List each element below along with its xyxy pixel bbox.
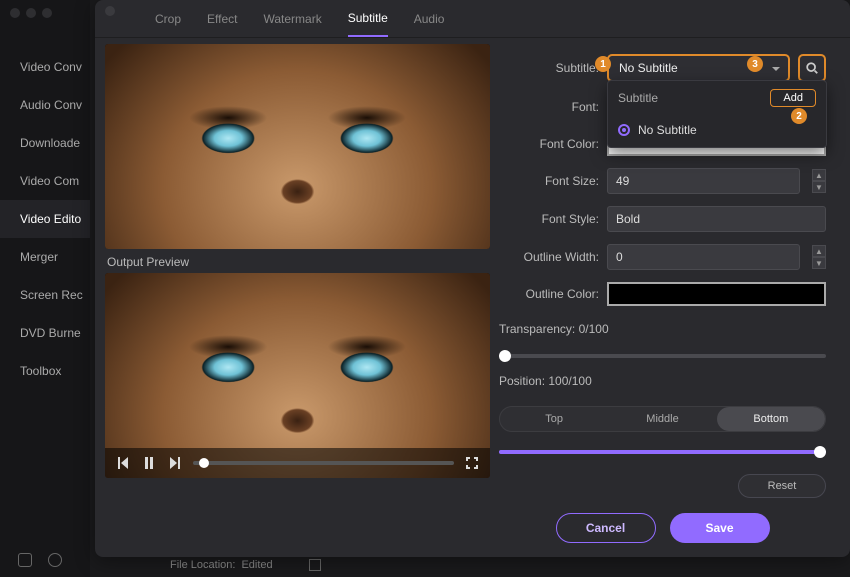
- chevron-up-icon[interactable]: ▲: [812, 245, 826, 257]
- add-subtitle-button[interactable]: Add: [770, 89, 816, 107]
- font-size-stepper[interactable]: ▲▼: [812, 169, 826, 193]
- font-color-label: Font Color:: [499, 137, 599, 151]
- annotation-badge-1: 1: [595, 56, 611, 72]
- subtitle-search-button[interactable]: [798, 54, 826, 82]
- scrub-thumb[interactable]: [199, 458, 209, 468]
- radio-icon: [618, 124, 630, 136]
- window-max-dot[interactable]: [42, 8, 52, 18]
- window-close-dot[interactable]: [10, 8, 20, 18]
- file-location-value: Edited: [241, 559, 272, 571]
- sidebar-item-downloader[interactable]: Downloade: [0, 124, 90, 162]
- position-segments[interactable]: Top Middle Bottom: [499, 406, 826, 432]
- subtitle-select[interactable]: No Subtitle: [607, 54, 790, 82]
- prev-frame-icon[interactable]: [115, 455, 131, 471]
- chevron-down-icon[interactable]: ▼: [812, 181, 826, 193]
- slider-thumb[interactable]: [499, 350, 511, 362]
- output-preview: [105, 273, 490, 478]
- tab-crop[interactable]: Crop: [155, 12, 181, 36]
- preview-image: [105, 44, 490, 249]
- tab-effect[interactable]: Effect: [207, 12, 237, 36]
- font-style-label: Font Style:: [499, 212, 599, 226]
- outline-width-input[interactable]: 0: [607, 244, 800, 270]
- position-label: Position: 100/100: [499, 374, 826, 388]
- window-min-dot[interactable]: [26, 8, 36, 18]
- font-size-input[interactable]: 49: [607, 168, 800, 194]
- sidebar-item-video-compressor[interactable]: Video Com: [0, 162, 90, 200]
- transparency-label: Transparency: 0/100: [499, 322, 826, 336]
- scrub-bar[interactable]: [193, 461, 454, 465]
- outline-color-swatch[interactable]: [607, 282, 826, 306]
- panel-footer: Cancel Save: [499, 513, 826, 549]
- sidebar-item-toolbox[interactable]: Toolbox: [0, 352, 90, 390]
- position-bottom[interactable]: Bottom: [717, 407, 825, 431]
- outline-width-label: Outline Width:: [499, 250, 599, 264]
- transparency-slider[interactable]: [499, 354, 826, 358]
- pause-icon[interactable]: [141, 455, 157, 471]
- original-preview: [105, 44, 490, 249]
- sidebar-item-audio-converter[interactable]: Audio Conv: [0, 86, 90, 124]
- slider-fill: [499, 450, 826, 454]
- sidebar-item-screen-recorder[interactable]: Screen Rec: [0, 276, 90, 314]
- editor-panel: Crop Effect Watermark Subtitle Audio Out…: [95, 0, 850, 557]
- position-slider[interactable]: [499, 450, 826, 454]
- player-controls: [105, 448, 490, 478]
- file-location-label: File Location:: [170, 559, 235, 571]
- subtitle-option-none[interactable]: No Subtitle: [618, 123, 816, 137]
- panel-close-dot[interactable]: [105, 6, 115, 16]
- search-icon: [805, 61, 819, 75]
- sidebar-item-dvd-burner[interactable]: DVD Burne: [0, 314, 90, 352]
- chevron-down-icon[interactable]: ▼: [812, 257, 826, 269]
- font-style-select[interactable]: Bold: [607, 206, 826, 232]
- subtitle-settings: 1 2 3 Subtitle: No Subtitle Subtitle Add…: [495, 38, 850, 557]
- output-preview-label: Output Preview: [107, 255, 495, 269]
- help-icon[interactable]: [48, 553, 62, 567]
- cancel-button[interactable]: Cancel: [556, 513, 656, 543]
- tab-audio[interactable]: Audio: [414, 12, 445, 36]
- next-frame-icon[interactable]: [167, 455, 183, 471]
- sidebar-item-video-editor[interactable]: Video Edito: [0, 200, 90, 238]
- subtitle-option-label: No Subtitle: [638, 123, 697, 137]
- font-size-label: Font Size:: [499, 174, 599, 188]
- position-top[interactable]: Top: [500, 407, 608, 431]
- sidebar-item-video-converter[interactable]: Video Conv: [0, 48, 90, 86]
- subtitle-label: Subtitle:: [499, 61, 599, 75]
- outline-width-stepper[interactable]: ▲▼: [812, 245, 826, 269]
- tab-subtitle[interactable]: Subtitle: [348, 11, 388, 37]
- font-label: Font:: [499, 100, 599, 114]
- save-button[interactable]: Save: [670, 513, 770, 543]
- editor-tabs: Crop Effect Watermark Subtitle Audio: [95, 0, 850, 38]
- file-location: File Location: Edited: [170, 559, 321, 571]
- window-controls[interactable]: [10, 8, 52, 18]
- dropdown-header: Subtitle: [618, 91, 658, 105]
- preview-column: Output Preview: [95, 38, 495, 557]
- sidebar-item-merger[interactable]: Merger: [0, 238, 90, 276]
- annotation-badge-2: 2: [791, 108, 807, 124]
- file-location-checkbox[interactable]: [309, 559, 321, 571]
- reset-button[interactable]: Reset: [738, 474, 826, 498]
- library-icon[interactable]: [18, 553, 32, 567]
- annotation-badge-3: 3: [747, 56, 763, 72]
- fullscreen-icon[interactable]: [464, 455, 480, 471]
- sidebar: Video Conv Audio Conv Downloade Video Co…: [0, 0, 90, 577]
- chevron-up-icon[interactable]: ▲: [812, 169, 826, 181]
- position-middle[interactable]: Middle: [608, 407, 716, 431]
- outline-color-label: Outline Color:: [499, 287, 599, 301]
- slider-thumb[interactable]: [814, 446, 826, 458]
- tab-watermark[interactable]: Watermark: [263, 12, 321, 36]
